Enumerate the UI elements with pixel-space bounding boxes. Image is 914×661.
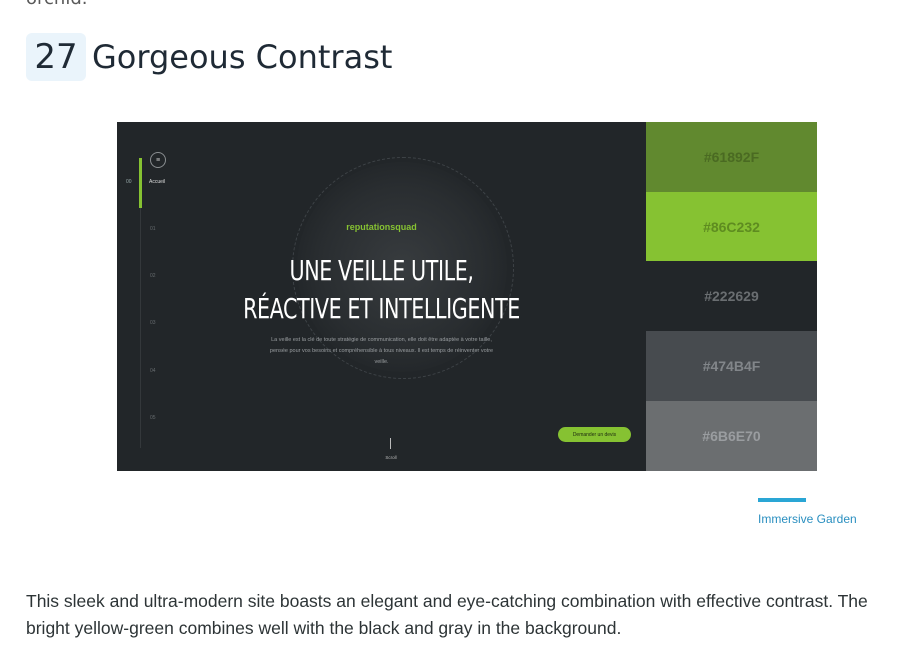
nav-rail-active-indicator	[139, 158, 142, 208]
quote-request-button[interactable]: Demander un devis	[558, 427, 631, 442]
section-heading: 27 Gorgeous Contrast	[26, 33, 392, 81]
color-swatch: #222629	[646, 261, 817, 331]
nav-number[interactable]: 03	[150, 320, 156, 326]
credit-accent-bar	[758, 498, 806, 502]
website-screenshot: ≡ 00 Accueil 01 02 03 04 05 reputationsq…	[117, 122, 817, 471]
color-swatch: #6B6E70	[646, 401, 817, 471]
nav-number[interactable]: 05	[150, 415, 156, 421]
nav-number[interactable]: 02	[150, 273, 156, 279]
scroll-label: Scroll	[385, 455, 397, 460]
nav-active-number: 00	[126, 179, 132, 185]
nav-number[interactable]: 04	[150, 368, 156, 374]
section-description: This sleek and ultra-modern site boasts …	[26, 591, 868, 638]
hero-paragraph: La veille est la clé de toute stratégie …	[269, 337, 494, 365]
credit-link[interactable]: Immersive Garden	[758, 512, 857, 526]
section-title: Gorgeous Contrast	[92, 38, 393, 76]
color-swatch: #86C232	[646, 192, 817, 261]
nav-active-label[interactable]: Accueil	[149, 179, 165, 185]
menu-icon[interactable]: ≡	[150, 152, 166, 168]
scroll-indicator-line	[390, 438, 391, 449]
color-swatch: #474B4F	[646, 331, 817, 401]
section-number-badge: 27	[26, 33, 86, 81]
brand-logo-text: reputationsquad	[346, 222, 417, 232]
hero-headline-line-1: UNE VEILLE UTILE,	[289, 254, 474, 287]
color-swatch: #61892F	[646, 122, 817, 192]
hero-headline: UNE VEILLE UTILE, RÉACTIVE ET INTELLIGEN…	[165, 252, 599, 328]
hero-headline-line-2: RÉACTIVE ET INTELLIGENTE	[243, 292, 520, 325]
site-preview: ≡ 00 Accueil 01 02 03 04 05 reputationsq…	[117, 122, 646, 471]
previous-section-text: orchid.	[26, 0, 87, 9]
